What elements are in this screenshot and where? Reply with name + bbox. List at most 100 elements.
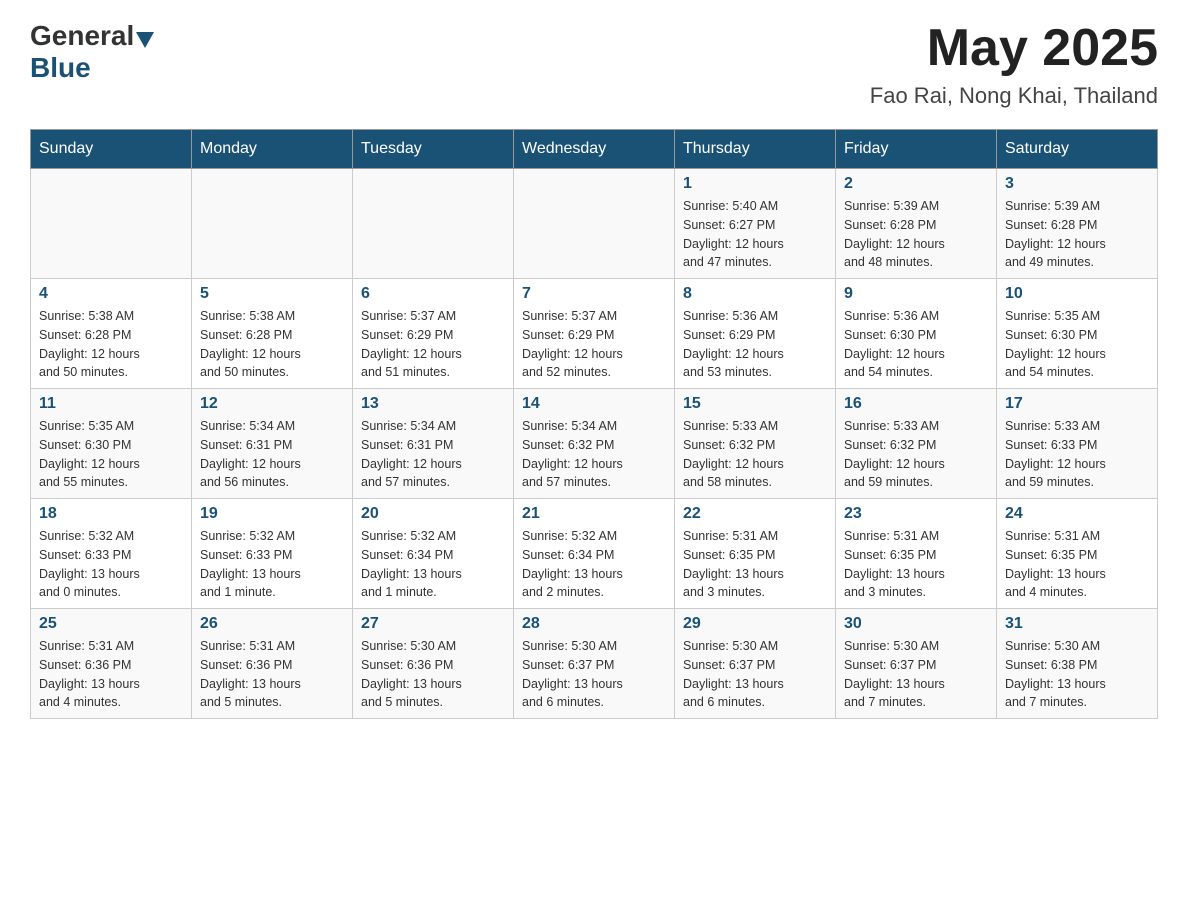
title-section: May 2025 Fao Rai, Nong Khai, Thailand [870,20,1158,109]
day-info: Sunrise: 5:31 AM Sunset: 6:35 PM Dayligh… [844,527,988,602]
calendar-header-tuesday: Tuesday [353,130,514,169]
calendar-week-5: 25 Sunrise: 5:31 AM Sunset: 6:36 PM Dayli… [31,609,1158,719]
calendar-header-saturday: Saturday [997,130,1158,169]
calendar-cell: 31Sunrise: 5:30 AM Sunset: 6:38 PM Dayli… [997,609,1158,719]
logo-blue-text: Blue [30,52,154,84]
calendar-week-4: 18 Sunrise: 5:32 AM Sunset: 6:33 PM Dayli… [31,499,1158,609]
calendar-cell: 20 Sunrise: 5:32 AM Sunset: 6:34 PM Dayli… [353,499,514,609]
day-info: Sunrise: 5:30 AM Sunset: 6:36 PM Dayligh… [361,637,505,712]
day-info: Sunrise: 5:31 AM Sunset: 6:35 PM Dayligh… [1005,527,1149,602]
day-info: Sunrise: 5:30 AM Sunset: 6:37 PM Dayligh… [683,637,827,712]
calendar-cell: 17 Sunrise: 5:33 AM Sunset: 6:33 PM Dayli… [997,389,1158,499]
subtitle: Fao Rai, Nong Khai, Thailand [870,83,1158,109]
calendar-table: SundayMondayTuesdayWednesdayThursdayFrid… [30,129,1158,719]
day-info: Sunrise: 5:30 AM Sunset: 6:38 PM Dayligh… [1005,637,1149,712]
calendar-cell: 10 Sunrise: 5:35 AM Sunset: 6:30 PM Dayli… [997,279,1158,389]
day-number: 1 [683,175,827,193]
day-number: 30 [844,615,988,633]
logo: General Blue [30,20,154,84]
day-number: 20 [361,505,505,523]
day-number: 22 [683,505,827,523]
day-number: 25 [39,615,183,633]
day-info: Sunrise: 5:36 AM Sunset: 6:29 PM Dayligh… [683,307,827,382]
day-info: Sunrise: 5:37 AM Sunset: 6:29 PM Dayligh… [361,307,505,382]
calendar-header-wednesday: Wednesday [514,130,675,169]
day-number: 2 [844,175,988,193]
calendar-header-row: SundayMondayTuesdayWednesdayThursdayFrid… [31,130,1158,169]
calendar-cell: 26 Sunrise: 5:31 AM Sunset: 6:36 PM Dayli… [192,609,353,719]
day-info: Sunrise: 5:35 AM Sunset: 6:30 PM Dayligh… [1005,307,1149,382]
day-number: 6 [361,285,505,303]
calendar-cell [514,169,675,279]
calendar-cell: 3 Sunrise: 5:39 AM Sunset: 6:28 PM Daylig… [997,169,1158,279]
calendar-cell: 14Sunrise: 5:34 AM Sunset: 6:32 PM Dayli… [514,389,675,499]
day-number: 8 [683,285,827,303]
calendar-cell: 23Sunrise: 5:31 AM Sunset: 6:35 PM Dayli… [836,499,997,609]
day-info: Sunrise: 5:32 AM Sunset: 6:33 PM Dayligh… [39,527,183,602]
day-number: 10 [1005,285,1149,303]
day-number: 7 [522,285,666,303]
day-info: Sunrise: 5:39 AM Sunset: 6:28 PM Dayligh… [844,197,988,272]
page-header: General Blue May 2025 Fao Rai, Nong Khai… [30,20,1158,109]
day-number: 17 [1005,395,1149,413]
calendar-cell: 19 Sunrise: 5:32 AM Sunset: 6:33 PM Dayli… [192,499,353,609]
day-info: Sunrise: 5:34 AM Sunset: 6:32 PM Dayligh… [522,417,666,492]
calendar-header-sunday: Sunday [31,130,192,169]
calendar-cell: 28Sunrise: 5:30 AM Sunset: 6:37 PM Dayli… [514,609,675,719]
day-number: 11 [39,395,183,413]
day-info: Sunrise: 5:35 AM Sunset: 6:30 PM Dayligh… [39,417,183,492]
day-number: 4 [39,285,183,303]
calendar-cell: 6 Sunrise: 5:37 AM Sunset: 6:29 PM Daylig… [353,279,514,389]
day-info: Sunrise: 5:31 AM Sunset: 6:36 PM Dayligh… [39,637,183,712]
calendar-cell: 12 Sunrise: 5:34 AM Sunset: 6:31 PM Dayli… [192,389,353,499]
day-number: 21 [522,505,666,523]
day-number: 9 [844,285,988,303]
day-info: Sunrise: 5:32 AM Sunset: 6:34 PM Dayligh… [522,527,666,602]
day-info: Sunrise: 5:38 AM Sunset: 6:28 PM Dayligh… [39,307,183,382]
day-number: 29 [683,615,827,633]
calendar-week-1: 1Sunrise: 5:40 AM Sunset: 6:27 PM Daylig… [31,169,1158,279]
logo-general-text: General [30,20,134,52]
calendar-week-2: 4 Sunrise: 5:38 AM Sunset: 6:28 PM Daylig… [31,279,1158,389]
calendar-header-friday: Friday [836,130,997,169]
calendar-cell: 4 Sunrise: 5:38 AM Sunset: 6:28 PM Daylig… [31,279,192,389]
day-number: 18 [39,505,183,523]
day-info: Sunrise: 5:33 AM Sunset: 6:32 PM Dayligh… [844,417,988,492]
day-info: Sunrise: 5:30 AM Sunset: 6:37 PM Dayligh… [522,637,666,712]
day-number: 12 [200,395,344,413]
calendar-cell: 22 Sunrise: 5:31 AM Sunset: 6:35 PM Dayli… [675,499,836,609]
calendar-cell: 2 Sunrise: 5:39 AM Sunset: 6:28 PM Daylig… [836,169,997,279]
day-number: 3 [1005,175,1149,193]
day-info: Sunrise: 5:30 AM Sunset: 6:37 PM Dayligh… [844,637,988,712]
calendar-cell: 24Sunrise: 5:31 AM Sunset: 6:35 PM Dayli… [997,499,1158,609]
day-info: Sunrise: 5:34 AM Sunset: 6:31 PM Dayligh… [200,417,344,492]
calendar-header-monday: Monday [192,130,353,169]
calendar-cell: 29 Sunrise: 5:30 AM Sunset: 6:37 PM Dayli… [675,609,836,719]
day-info: Sunrise: 5:39 AM Sunset: 6:28 PM Dayligh… [1005,197,1149,272]
day-number: 15 [683,395,827,413]
day-info: Sunrise: 5:34 AM Sunset: 6:31 PM Dayligh… [361,417,505,492]
calendar-cell: 21 Sunrise: 5:32 AM Sunset: 6:34 PM Dayli… [514,499,675,609]
day-info: Sunrise: 5:33 AM Sunset: 6:32 PM Dayligh… [683,417,827,492]
calendar-week-3: 11 Sunrise: 5:35 AM Sunset: 6:30 PM Dayli… [31,389,1158,499]
calendar-cell: 5Sunrise: 5:38 AM Sunset: 6:28 PM Daylig… [192,279,353,389]
day-number: 5 [200,285,344,303]
calendar-cell: 13 Sunrise: 5:34 AM Sunset: 6:31 PM Dayli… [353,389,514,499]
day-number: 26 [200,615,344,633]
day-info: Sunrise: 5:33 AM Sunset: 6:33 PM Dayligh… [1005,417,1149,492]
day-info: Sunrise: 5:31 AM Sunset: 6:36 PM Dayligh… [200,637,344,712]
day-info: Sunrise: 5:32 AM Sunset: 6:34 PM Dayligh… [361,527,505,602]
day-number: 16 [844,395,988,413]
day-info: Sunrise: 5:32 AM Sunset: 6:33 PM Dayligh… [200,527,344,602]
calendar-cell: 15 Sunrise: 5:33 AM Sunset: 6:32 PM Dayli… [675,389,836,499]
day-number: 13 [361,395,505,413]
day-number: 19 [200,505,344,523]
day-info: Sunrise: 5:37 AM Sunset: 6:29 PM Dayligh… [522,307,666,382]
calendar-cell: 30 Sunrise: 5:30 AM Sunset: 6:37 PM Dayli… [836,609,997,719]
day-number: 27 [361,615,505,633]
main-title: May 2025 [870,20,1158,77]
calendar-cell: 8 Sunrise: 5:36 AM Sunset: 6:29 PM Daylig… [675,279,836,389]
calendar-cell: 18 Sunrise: 5:32 AM Sunset: 6:33 PM Dayli… [31,499,192,609]
calendar-cell [31,169,192,279]
day-info: Sunrise: 5:31 AM Sunset: 6:35 PM Dayligh… [683,527,827,602]
